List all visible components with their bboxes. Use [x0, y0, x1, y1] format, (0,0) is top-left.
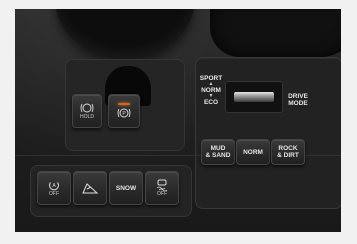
- drive-mode-scale: SPORT ▲ NORM ▼ ECO: [198, 75, 224, 106]
- svg-text:A: A: [52, 183, 56, 189]
- snow-mode-button[interactable]: SNOW: [109, 171, 143, 205]
- parking-brake-indicator: [118, 103, 130, 105]
- downhill-assist-icon: [82, 183, 99, 194]
- shifter-boot: [210, 9, 341, 57]
- auto-stop-off-button[interactable]: A OFF: [37, 171, 71, 205]
- vsc-off-label: OFF: [157, 191, 167, 197]
- hold-label: HOLD: [80, 114, 94, 120]
- brake-hold-button[interactable]: HOLD: [72, 94, 102, 128]
- console-photo: HOLD P SPORT ▲ NORM ▼ ECO DRIVE MODE MUD…: [15, 9, 341, 232]
- auto-stop-off-label: OFF: [49, 191, 59, 197]
- mud-label: MUD: [210, 145, 226, 152]
- sand-label: & SAND: [205, 152, 231, 159]
- brake-hold-icon: [80, 103, 94, 113]
- drive-label: DRIVE: [288, 93, 308, 100]
- downhill-assist-button[interactable]: [73, 171, 107, 205]
- drive-mode-rocker: [234, 92, 274, 102]
- mud-sand-button[interactable]: MUD & SAND: [201, 139, 235, 165]
- drive-mode-title: DRIVE MODE: [283, 93, 313, 107]
- drive-mode-switch[interactable]: [225, 81, 283, 113]
- eco-label: ECO: [203, 99, 219, 106]
- mode-label: MODE: [288, 100, 308, 107]
- rock-label: ROCK: [278, 145, 298, 152]
- parking-brake-button[interactable]: P: [108, 94, 140, 128]
- skid-car-icon: [156, 179, 168, 191]
- rock-dirt-button[interactable]: ROCK & DIRT: [271, 139, 305, 165]
- norm-terrain-label: NORM: [243, 148, 263, 156]
- auto-stop-icon: A: [49, 182, 59, 191]
- snow-label: SNOW: [115, 184, 137, 192]
- cupholder: [55, 9, 195, 59]
- parking-brake-icon: P: [117, 108, 131, 118]
- dirt-label: & DIRT: [277, 152, 299, 159]
- vsc-off-button[interactable]: OFF: [145, 171, 179, 205]
- norm-terrain-button[interactable]: NORM: [236, 139, 270, 165]
